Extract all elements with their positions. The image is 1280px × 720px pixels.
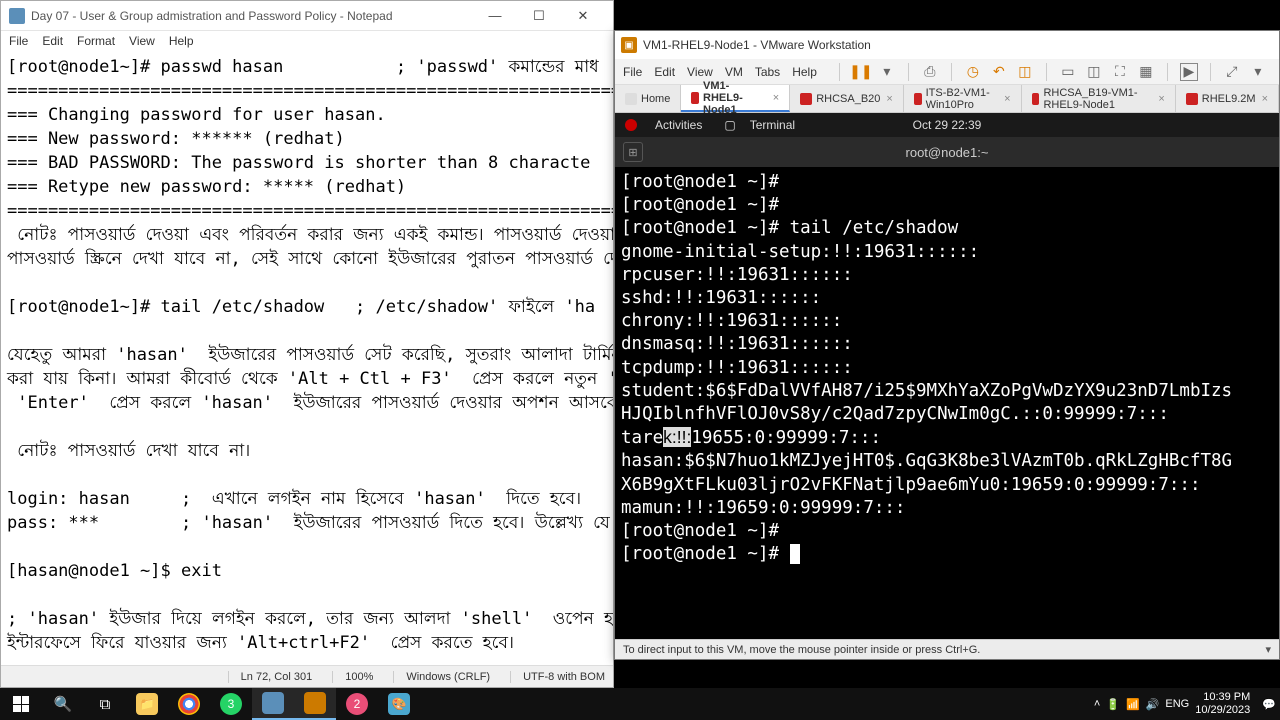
whatsapp-button[interactable]: 3 <box>210 688 252 720</box>
tab-vm[interactable]: RHCSA_B19-VM1-RHEL9-Node1× <box>1022 85 1176 112</box>
tab-home[interactable]: Home <box>615 85 681 112</box>
system-tray[interactable]: ˄ 🔋 📶 🔊 ENG 10:39 PM 10/29/2023 💬 <box>1094 691 1280 717</box>
close-icon[interactable]: × <box>886 93 892 105</box>
notepad-icon <box>9 8 25 24</box>
vmware-hint: To direct input to this VM, move the mou… <box>623 644 980 656</box>
paint-button[interactable]: 🎨 <box>378 688 420 720</box>
view-unity-icon[interactable]: ▦ <box>1137 63 1155 81</box>
snapshot-icon[interactable]: ⎙ <box>921 63 939 81</box>
tab-vm[interactable]: RHCSA_B20× <box>790 85 904 112</box>
status-encoding: UTF-8 with BOM <box>510 671 605 683</box>
close-icon[interactable]: × <box>773 92 779 104</box>
maximize-button[interactable]: ☐ <box>517 2 561 30</box>
console-icon[interactable]: ▶ <box>1180 63 1198 81</box>
vmw-menu-view[interactable]: View <box>687 65 713 79</box>
vmw-menu-tabs[interactable]: Tabs <box>755 65 780 79</box>
vmware-titlebar[interactable]: ▣ VM1-RHEL9-Node1 - VMware Workstation <box>615 31 1279 59</box>
gnome-topbar: Activities ▢ Terminal Oct 29 22:39 <box>615 113 1279 137</box>
terminal-title: root@node1:~ <box>906 145 989 160</box>
status-zoom: 100% <box>332 671 373 683</box>
dropdown-icon[interactable]: ▾ <box>878 63 896 81</box>
status-eol: Windows (CRLF) <box>393 671 490 683</box>
redhat-icon <box>625 119 637 131</box>
vmw-menu-edit[interactable]: Edit <box>654 65 675 79</box>
menu-view[interactable]: View <box>129 34 155 48</box>
view-split-icon[interactable]: ◫ <box>1085 63 1103 81</box>
notepad-window: Day 07 - User & Group admistration and P… <box>0 0 614 688</box>
tab-vm[interactable]: ITS-B2-VM1-Win10Pro× <box>904 85 1022 112</box>
vmw-menu-vm[interactable]: VM <box>725 65 743 79</box>
activities-button[interactable]: Activities <box>655 118 702 132</box>
gnome-clock[interactable]: Oct 29 22:39 <box>913 118 982 132</box>
windows-taskbar: 🔍 ⧉ 📁 3 2 🎨 ˄ 🔋 📶 🔊 ENG 10:39 PM 10/29/2… <box>0 688 1280 720</box>
status-position: Ln 72, Col 301 <box>228 671 313 683</box>
battery-icon[interactable]: 🔋 <box>1106 698 1120 711</box>
tab-vm[interactable]: RHEL9.2M× <box>1176 85 1279 112</box>
taskbar-clock[interactable]: 10:39 PM 10/29/2023 <box>1195 691 1256 717</box>
notification-icon[interactable]: 💬 <box>1262 698 1276 711</box>
app-button[interactable]: 2 <box>336 688 378 720</box>
notepad-menubar: File Edit Format View Help <box>1 31 613 51</box>
guest-display[interactable]: Activities ▢ Terminal Oct 29 22:39 ⊞ roo… <box>615 113 1279 639</box>
vmware-title: VM1-RHEL9-Node1 - VMware Workstation <box>643 38 871 52</box>
vmware-window: ▣ VM1-RHEL9-Node1 - VMware Workstation F… <box>614 30 1280 660</box>
dropdown2-icon[interactable]: ▾ <box>1249 63 1267 81</box>
minimize-button[interactable]: — <box>473 2 517 30</box>
notepad-taskbar-button[interactable] <box>252 688 294 720</box>
pause-icon[interactable]: ❚❚ <box>852 63 870 81</box>
close-button[interactable]: ✕ <box>561 2 605 30</box>
notepad-title: Day 07 - User & Group admistration and P… <box>31 9 393 23</box>
vmw-menu-help[interactable]: Help <box>792 65 817 79</box>
close-icon[interactable]: × <box>1262 93 1268 105</box>
menu-edit[interactable]: Edit <box>42 34 63 48</box>
close-icon[interactable]: × <box>1004 93 1010 105</box>
terminal-app-label[interactable]: Terminal <box>750 118 795 132</box>
volume-icon[interactable]: 🔊 <box>1146 698 1160 711</box>
chrome-button[interactable] <box>168 688 210 720</box>
new-tab-icon[interactable]: ⊞ <box>623 142 643 162</box>
close-icon[interactable]: × <box>1158 93 1164 105</box>
terminal-content[interactable]: [root@node1 ~]# [root@node1 ~]# [root@no… <box>615 167 1279 570</box>
manage-icon[interactable]: ◫ <box>1016 63 1034 81</box>
notepad-text-area[interactable]: [root@node1~]# passwd hasan ; 'passwd' ক… <box>1 51 613 665</box>
menu-file[interactable]: File <box>9 34 28 48</box>
menu-help[interactable]: Help <box>169 34 194 48</box>
vmware-icon: ▣ <box>621 37 637 53</box>
wifi-icon[interactable]: 📶 <box>1126 698 1140 711</box>
vmware-taskbar-button[interactable] <box>294 688 336 720</box>
start-button[interactable] <box>0 688 42 720</box>
vmw-menu-file[interactable]: File <box>623 65 642 79</box>
vmware-tabs: HomeVM1-RHEL9-Node1×RHCSA_B20×ITS-B2-VM1… <box>615 85 1279 113</box>
view-full-icon[interactable]: ⛶ <box>1111 63 1129 81</box>
chevron-down-icon[interactable]: ▾ <box>1265 643 1271 656</box>
revert-icon[interactable]: ↶ <box>990 63 1008 81</box>
vmware-statusbar: To direct input to this VM, move the mou… <box>615 639 1279 659</box>
stretch-icon[interactable]: ⤢ <box>1223 63 1241 81</box>
notepad-statusbar: Ln 72, Col 301 100% Windows (CRLF) UTF-8… <box>1 665 613 687</box>
tab-vm[interactable]: VM1-RHEL9-Node1× <box>681 85 790 112</box>
clock-icon[interactable]: ◷ <box>964 63 982 81</box>
tray-chevron-icon[interactable]: ˄ <box>1094 698 1100 710</box>
notepad-titlebar[interactable]: Day 07 - User & Group admistration and P… <box>1 1 613 31</box>
terminal-titlebar[interactable]: ⊞ root@node1:~ <box>615 137 1279 167</box>
search-button[interactable]: 🔍 <box>42 688 84 720</box>
file-explorer-button[interactable]: 📁 <box>126 688 168 720</box>
view-single-icon[interactable]: ▭ <box>1059 63 1077 81</box>
language-icon[interactable]: ENG <box>1165 698 1189 710</box>
task-view-button[interactable]: ⧉ <box>84 688 126 720</box>
menu-format[interactable]: Format <box>77 34 115 48</box>
